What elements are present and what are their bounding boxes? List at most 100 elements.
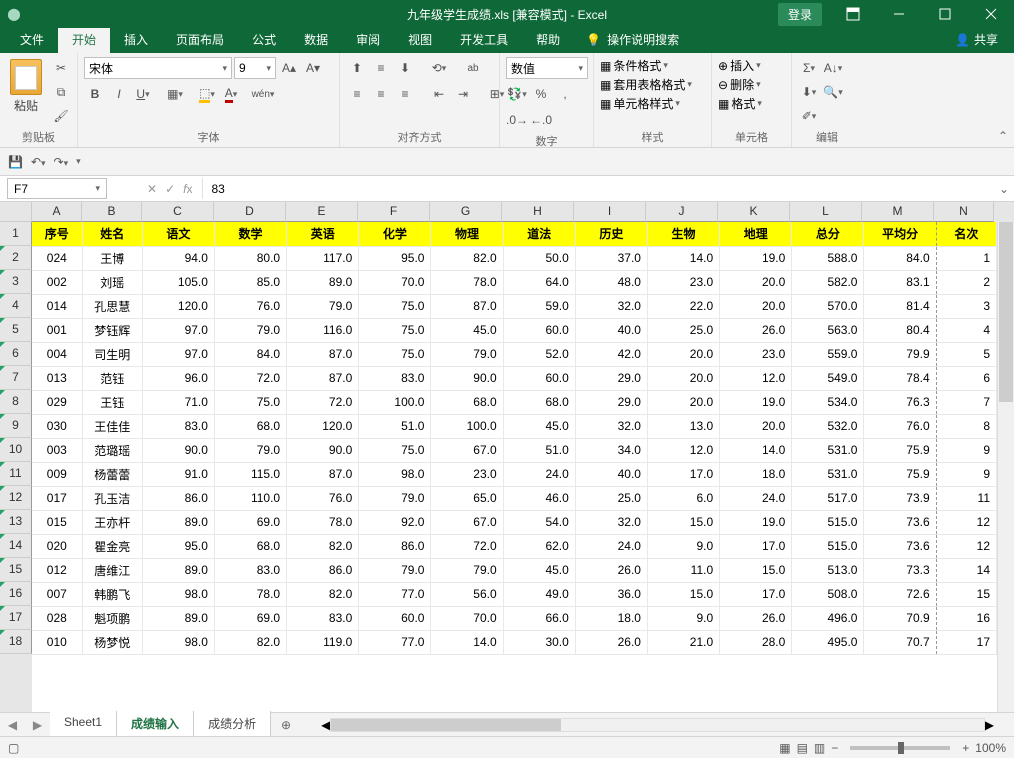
copy-button[interactable]: ⧉ — [50, 81, 72, 103]
cell[interactable]: 77.0 — [359, 630, 431, 654]
cell[interactable]: 517.0 — [792, 486, 864, 510]
cell[interactable]: 32.0 — [575, 510, 647, 534]
cell[interactable]: 97.0 — [142, 342, 214, 366]
cell[interactable]: 51.0 — [359, 414, 431, 438]
row-header[interactable]: 17 — [0, 606, 32, 630]
cell[interactable]: 34.0 — [575, 438, 647, 462]
cell[interactable]: 83.0 — [359, 366, 431, 390]
cell[interactable]: 26.0 — [720, 606, 792, 630]
cell[interactable]: 83.0 — [287, 606, 359, 630]
cell[interactable]: 83.1 — [864, 270, 936, 294]
cell[interactable]: 18.0 — [575, 606, 647, 630]
cell[interactable]: 68.0 — [214, 534, 286, 558]
row-header[interactable]: 4 — [0, 294, 32, 318]
cell[interactable]: 孔玉洁 — [82, 486, 142, 510]
cell[interactable]: 83.0 — [214, 558, 286, 582]
cell[interactable]: 59.0 — [503, 294, 575, 318]
paste-button[interactable]: 粘贴 — [6, 57, 46, 116]
font-size-combo[interactable]: 9▾ — [234, 57, 276, 79]
collapse-ribbon-button[interactable]: ⌃ — [998, 129, 1008, 143]
cell[interactable]: 魁项鹏 — [82, 606, 142, 630]
cell[interactable]: 531.0 — [792, 462, 864, 486]
cell[interactable]: 75.0 — [359, 318, 431, 342]
bold-button[interactable]: B — [84, 83, 106, 105]
cell[interactable]: 86.0 — [142, 486, 214, 510]
cell[interactable]: 90.0 — [431, 366, 503, 390]
cell[interactable]: 平均分 — [864, 222, 936, 246]
cell[interactable]: 7 — [936, 390, 996, 414]
ribbon-tab-5[interactable]: 数据 — [290, 26, 342, 53]
col-header[interactable]: F — [358, 202, 430, 222]
cell[interactable]: 40.0 — [575, 318, 647, 342]
cell[interactable]: 002 — [32, 270, 82, 294]
cell[interactable]: 582.0 — [792, 270, 864, 294]
cell[interactable]: 66.0 — [503, 606, 575, 630]
cell-styles-button[interactable]: ▦ 单元格样式 ▾ — [600, 95, 680, 112]
cell[interactable]: 70.0 — [359, 270, 431, 294]
cell[interactable]: 79.0 — [214, 438, 286, 462]
cell[interactable]: 范璐瑶 — [82, 438, 142, 462]
row-header[interactable]: 11 — [0, 462, 32, 486]
wrap-text-button[interactable]: ab — [462, 57, 484, 79]
zoom-slider[interactable] — [850, 746, 950, 750]
cell[interactable]: 15.0 — [720, 558, 792, 582]
cell[interactable]: 9.0 — [647, 534, 719, 558]
cell[interactable]: 26.0 — [575, 558, 647, 582]
cell[interactable]: 24.0 — [720, 486, 792, 510]
cell[interactable]: 96.0 — [142, 366, 214, 390]
cell[interactable]: 11.0 — [647, 558, 719, 582]
cell[interactable]: 化学 — [359, 222, 431, 246]
cell[interactable]: 563.0 — [792, 318, 864, 342]
ribbon-tab-9[interactable]: 帮助 — [522, 26, 574, 53]
cell[interactable]: 78.0 — [431, 270, 503, 294]
cell[interactable]: 60.0 — [503, 366, 575, 390]
col-header[interactable]: G — [430, 202, 502, 222]
clear-button[interactable]: ✐▾ — [798, 105, 820, 127]
cell[interactable]: 017 — [32, 486, 82, 510]
cell[interactable]: 数学 — [214, 222, 286, 246]
cell[interactable]: 79.0 — [359, 558, 431, 582]
cell[interactable]: 77.0 — [359, 582, 431, 606]
cell[interactable]: 97.0 — [142, 318, 214, 342]
cell[interactable]: 45.0 — [503, 414, 575, 438]
increase-font-button[interactable]: A▴ — [278, 57, 300, 79]
ribbon-tab-1[interactable]: 开始 — [58, 26, 110, 53]
cell[interactable]: 17.0 — [720, 534, 792, 558]
cell[interactable]: 89.0 — [142, 558, 214, 582]
cell[interactable]: 23.0 — [720, 342, 792, 366]
cell[interactable]: 029 — [32, 390, 82, 414]
formula-input[interactable]: 83 — [203, 182, 994, 196]
cell[interactable]: 495.0 — [792, 630, 864, 654]
minimize-button[interactable] — [876, 0, 922, 28]
cell[interactable]: 14.0 — [647, 246, 719, 270]
cell[interactable]: 007 — [32, 582, 82, 606]
cell[interactable]: 50.0 — [503, 246, 575, 270]
cell[interactable]: 60.0 — [359, 606, 431, 630]
cell[interactable]: 15.0 — [647, 582, 719, 606]
col-header[interactable]: B — [82, 202, 142, 222]
cell[interactable]: 015 — [32, 510, 82, 534]
cell[interactable]: 534.0 — [792, 390, 864, 414]
cell[interactable]: 100.0 — [431, 414, 503, 438]
sort-filter-button[interactable]: A↓▾ — [822, 57, 844, 79]
insert-cells-button[interactable]: ⊕ 插入 ▾ — [718, 57, 761, 74]
conditional-format-button[interactable]: ▦ 条件格式 ▾ — [600, 57, 668, 74]
sheet-tab[interactable]: 成绩输入 — [117, 711, 194, 738]
cell[interactable]: 515.0 — [792, 534, 864, 558]
cell[interactable]: 物理 — [431, 222, 503, 246]
cell[interactable]: 72.0 — [287, 390, 359, 414]
cell[interactable]: 15.0 — [647, 510, 719, 534]
cell[interactable]: 98.0 — [359, 462, 431, 486]
cell[interactable]: 75.0 — [214, 390, 286, 414]
cell[interactable]: 85.0 — [214, 270, 286, 294]
cell[interactable]: 532.0 — [792, 414, 864, 438]
cell[interactable]: 16 — [936, 606, 996, 630]
col-header[interactable]: L — [790, 202, 862, 222]
cell[interactable]: 名次 — [936, 222, 996, 246]
decrease-font-button[interactable]: A▾ — [302, 57, 324, 79]
cell[interactable]: 80.4 — [864, 318, 936, 342]
align-top-button[interactable]: ⬆ — [346, 57, 368, 79]
autosum-button[interactable]: Σ▾ — [798, 57, 820, 79]
cell[interactable]: 唐维江 — [82, 558, 142, 582]
login-button[interactable]: 登录 — [778, 3, 822, 26]
